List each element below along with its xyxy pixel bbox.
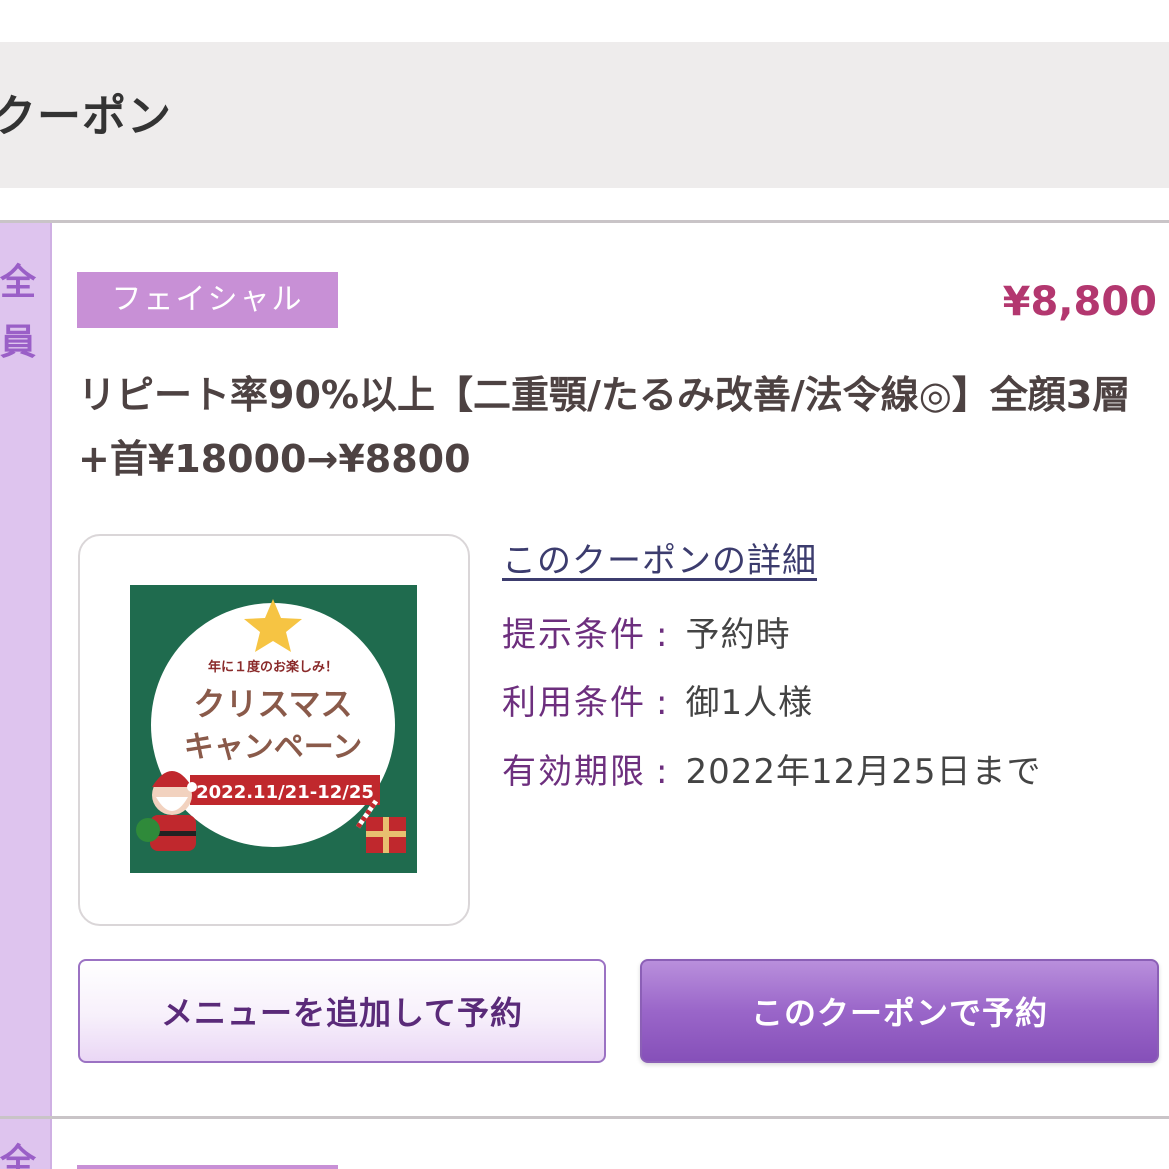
condition-label: 提示条件 [502,615,646,655]
page-title: クーポン [0,91,172,142]
category-badge: フェイシャル [77,272,338,328]
christmas-campaign-image: 年に１度のお楽しみ！ クリスマス キャンペーン 2022.11/21-12/25 [130,585,417,873]
condition-label: 利用条件 [502,683,646,723]
image-line2: キャンペーン [184,730,363,765]
image-dates: 2022.11/21-12/25 [196,782,374,803]
coupon-detail-link[interactable]: このクーポンの詳細 [502,533,817,582]
target-sidebar: 全 [0,1119,52,1169]
condition-row: 利用条件: 御1人様 [502,683,814,723]
condition-value: 2022年12月25日まで [685,752,1042,792]
reserve-with-coupon-button[interactable]: このクーポンで予約 [640,959,1159,1063]
top-strip [0,0,1169,42]
spacer [0,188,1169,220]
target-label: 全 [0,1142,37,1169]
coupon-price: ¥8,800 [1002,279,1157,325]
image-tagline: 年に１度のお楽しみ！ [208,659,338,675]
image-line1: クリスマス [193,685,352,723]
condition-value: 予約時 [685,615,791,655]
category-badge [77,1165,338,1169]
condition-row: 有効期限:2022年12月25日まで [502,752,1042,792]
next-coupon-card: 全 [0,1119,1169,1169]
add-menu-reserve-button[interactable]: メニューを追加して予約 [78,959,606,1063]
section-header: クーポン [0,42,1169,188]
target-sidebar: 全員 [0,223,52,1116]
target-label: 全員 [0,262,36,363]
condition-label: 有効期限 [502,752,646,792]
coupon-image-frame[interactable]: 年に１度のお楽しみ！ クリスマス キャンペーン 2022.11/21-12/25 [78,534,470,926]
condition-row: 提示条件: 予約時 [502,615,791,655]
coupon-card: 全員 フェイシャル ¥8,800 リピート率90%以上【二重顎/たるみ改善/法令… [0,223,1169,1116]
coupon-title: リピート率90%以上【二重顎/たるみ改善/法令線◎】全顔3層+首¥18000→¥… [78,373,1131,481]
condition-value: 御1人様 [685,683,814,723]
